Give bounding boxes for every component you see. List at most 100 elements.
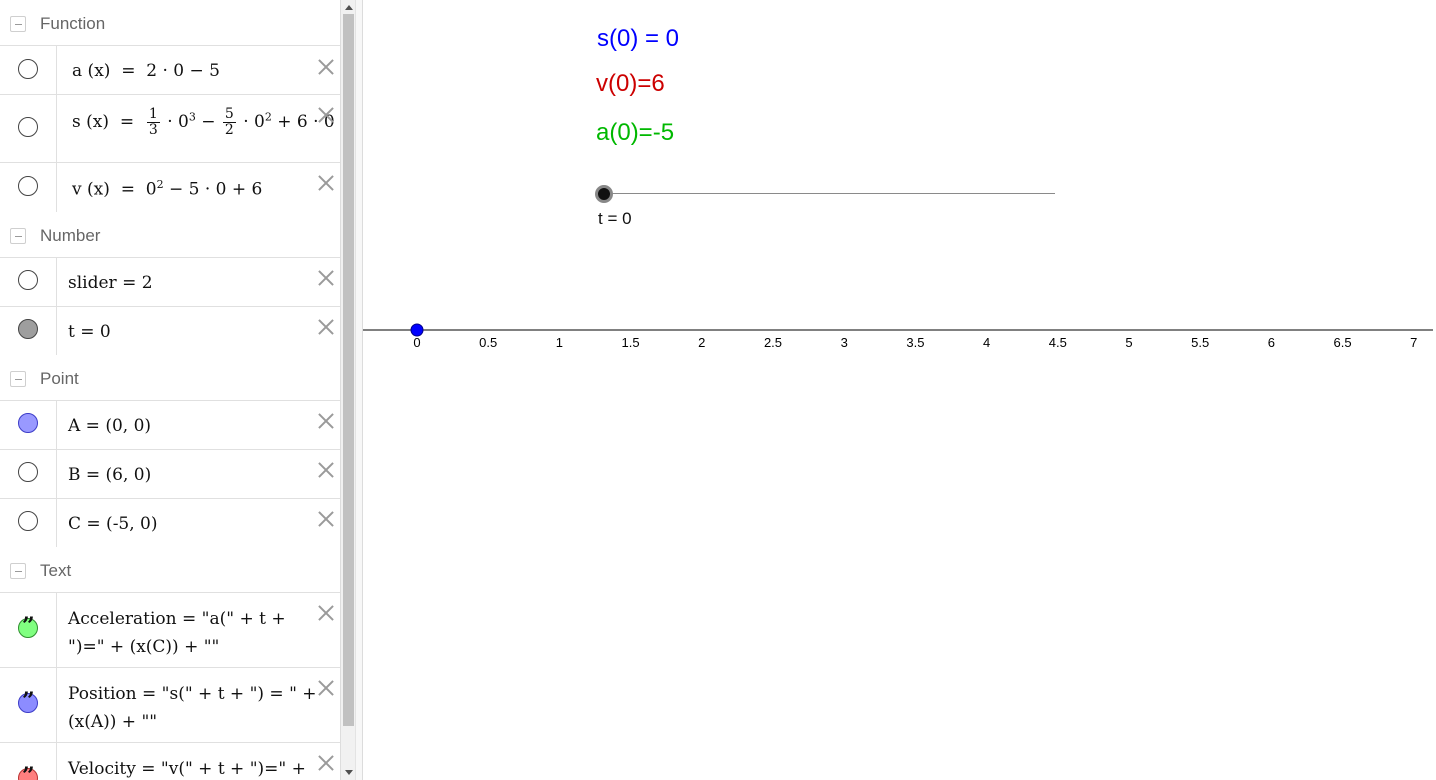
t-slider-knob[interactable] xyxy=(595,185,613,203)
fraction-numerator: 5 xyxy=(222,106,236,123)
delete-icon[interactable] xyxy=(318,319,334,335)
exponent: 2 xyxy=(264,110,272,124)
algebra-row-position[interactable]: Position = "s(" + t + ") = " + (x(A)) + … xyxy=(0,667,340,742)
algebra-scrollbar[interactable] xyxy=(340,0,355,780)
quote-icon[interactable] xyxy=(18,688,38,714)
marble-cell xyxy=(0,499,57,547)
x-axis-tick-label: 2.5 xyxy=(764,335,782,350)
position-text[interactable]: s(0) = 0 xyxy=(597,25,679,53)
x-axis-tick-label: 3 xyxy=(841,335,848,350)
visibility-toggle[interactable] xyxy=(18,413,38,433)
delete-icon[interactable] xyxy=(318,605,334,621)
algebra-row-B[interactable]: B = (6, 0) xyxy=(0,449,340,498)
function-expression: 2 · 0 − 5 xyxy=(146,61,220,81)
function-s-definition[interactable]: s (x) = 13 · 03 − 52 · 02 + 6 · 0 xyxy=(72,107,335,138)
text-acceleration-definition[interactable]: Acceleration = "a(" + t + ")=" + (x(C)) … xyxy=(68,605,326,661)
scroll-down-arrow-icon[interactable] xyxy=(345,770,353,775)
visibility-toggle[interactable] xyxy=(18,117,38,137)
delete-icon[interactable] xyxy=(318,755,334,771)
velocity-text[interactable]: v(0)=6 xyxy=(596,70,665,98)
point-A-definition[interactable]: A = (0, 0) xyxy=(68,416,151,436)
term: 0 xyxy=(145,179,157,200)
visibility-toggle[interactable] xyxy=(18,511,38,531)
x-axis-tick-label: 7 xyxy=(1410,335,1417,350)
group-header-point[interactable]: Point xyxy=(0,357,340,401)
x-axis-tick-label: 6.5 xyxy=(1334,335,1352,350)
x-axis-tick-label: 5 xyxy=(1125,335,1132,350)
algebra-row-A[interactable]: A = (0, 0) xyxy=(0,400,340,449)
number-slider-definition[interactable]: slider = 2 xyxy=(68,273,153,293)
quote-icon[interactable] xyxy=(18,613,38,639)
fraction-denominator: 2 xyxy=(224,122,234,138)
algebra-row-velocity[interactable]: Velocity = "v(" + t + ")=" + (x(B)) + "" xyxy=(0,742,340,780)
term: · 0 xyxy=(243,112,265,132)
function-arg: x xyxy=(94,61,104,81)
function-a-definition[interactable]: a (x) = 2 · 0 − 5 xyxy=(72,61,220,81)
point-A[interactable] xyxy=(410,323,424,337)
term: · 0 xyxy=(167,112,189,132)
point-C-definition[interactable]: C = (-5, 0) xyxy=(68,514,158,534)
fraction: 52 xyxy=(222,106,236,138)
visibility-toggle[interactable] xyxy=(18,176,38,196)
delete-icon[interactable] xyxy=(318,270,334,286)
function-v-definition[interactable]: v (x) = 02 − 5 · 0 + 6 xyxy=(72,178,262,200)
marble-cell xyxy=(0,668,57,742)
x-axis-tick-label: 4.5 xyxy=(1049,335,1067,350)
text-velocity-definition[interactable]: Velocity = "v(" + t + ")=" + (x(B)) + "" xyxy=(68,755,326,780)
marble-cell xyxy=(0,258,57,306)
delete-icon[interactable] xyxy=(318,511,334,527)
algebra-row-acceleration[interactable]: Acceleration = "a(" + t + ")=" + (x(C)) … xyxy=(0,592,340,667)
algebra-row-a[interactable]: a (x) = 2 · 0 − 5 xyxy=(0,45,340,94)
delete-icon[interactable] xyxy=(318,413,334,429)
scroll-up-arrow-icon[interactable] xyxy=(345,5,353,10)
function-name: a xyxy=(72,61,83,81)
fraction-numerator: 1 xyxy=(146,106,160,123)
group-header-text[interactable]: Text xyxy=(0,549,340,593)
algebra-row-v[interactable]: v (x) = 02 − 5 · 0 + 6 xyxy=(0,162,340,212)
visibility-toggle[interactable] xyxy=(18,59,38,79)
collapse-icon[interactable] xyxy=(10,228,26,244)
delete-icon[interactable] xyxy=(318,59,334,75)
collapse-icon[interactable] xyxy=(10,563,26,579)
x-axis-tick-label: 1.5 xyxy=(622,335,640,350)
function-arg: x xyxy=(93,179,104,200)
delete-icon[interactable] xyxy=(318,107,334,123)
exponent: 3 xyxy=(188,110,196,124)
group-header-number[interactable]: Number xyxy=(0,214,340,258)
x-axis-tick-label: 5.5 xyxy=(1191,335,1209,350)
delete-icon[interactable] xyxy=(318,175,334,191)
scroll-thumb[interactable] xyxy=(343,14,354,726)
group-header-function[interactable]: Function xyxy=(0,2,340,46)
t-slider-track[interactable] xyxy=(604,193,1055,194)
acceleration-text[interactable]: a(0)=-5 xyxy=(596,119,674,147)
visibility-toggle[interactable] xyxy=(18,319,38,339)
x-axis-tick-label: 1 xyxy=(556,335,563,350)
x-axis: 0 0.5 1 1.5 2 2.5 3 3.5 4 4.5 5 5.5 6 6.5 7 xyxy=(363,323,1433,350)
collapse-icon[interactable] xyxy=(10,371,26,387)
visibility-toggle[interactable] xyxy=(18,462,38,482)
fraction-denominator: 3 xyxy=(148,122,158,138)
graphics-view[interactable]: s(0) = 0 v(0)=6 a(0)=-5 t = 0 0 0.5 1 1.5 2 2… xyxy=(363,0,1436,780)
x-axis-tick-label: 3.5 xyxy=(906,335,924,350)
quote-icon[interactable] xyxy=(18,763,38,780)
algebra-row-C[interactable]: C = (-5, 0) xyxy=(0,498,340,547)
delete-icon[interactable] xyxy=(318,462,334,478)
view-divider[interactable] xyxy=(355,0,363,780)
algebra-row-s[interactable]: s (x) = 13 · 03 − 52 · 02 + 6 · 0 xyxy=(0,94,340,162)
delete-icon[interactable] xyxy=(318,680,334,696)
group-label: Function xyxy=(40,14,106,33)
collapse-icon[interactable] xyxy=(10,16,26,32)
function-name: s xyxy=(72,112,81,132)
x-axis-tick-label: 0 xyxy=(413,335,420,350)
operator: − xyxy=(201,112,216,132)
marble-cell xyxy=(0,450,57,498)
algebra-row-slider[interactable]: slider = 2 xyxy=(0,257,340,306)
x-axis-tick-label: 4 xyxy=(983,335,990,350)
term: − 5 · 0 + 6 xyxy=(168,179,263,200)
text-position-definition[interactable]: Position = "s(" + t + ") = " + (x(A)) + … xyxy=(68,680,326,736)
algebra-row-t[interactable]: t = 0 xyxy=(0,306,340,355)
point-B-definition[interactable]: B = (6, 0) xyxy=(68,465,151,485)
visibility-toggle[interactable] xyxy=(18,270,38,290)
exponent: 2 xyxy=(156,178,164,191)
number-t-definition[interactable]: t = 0 xyxy=(68,322,111,342)
